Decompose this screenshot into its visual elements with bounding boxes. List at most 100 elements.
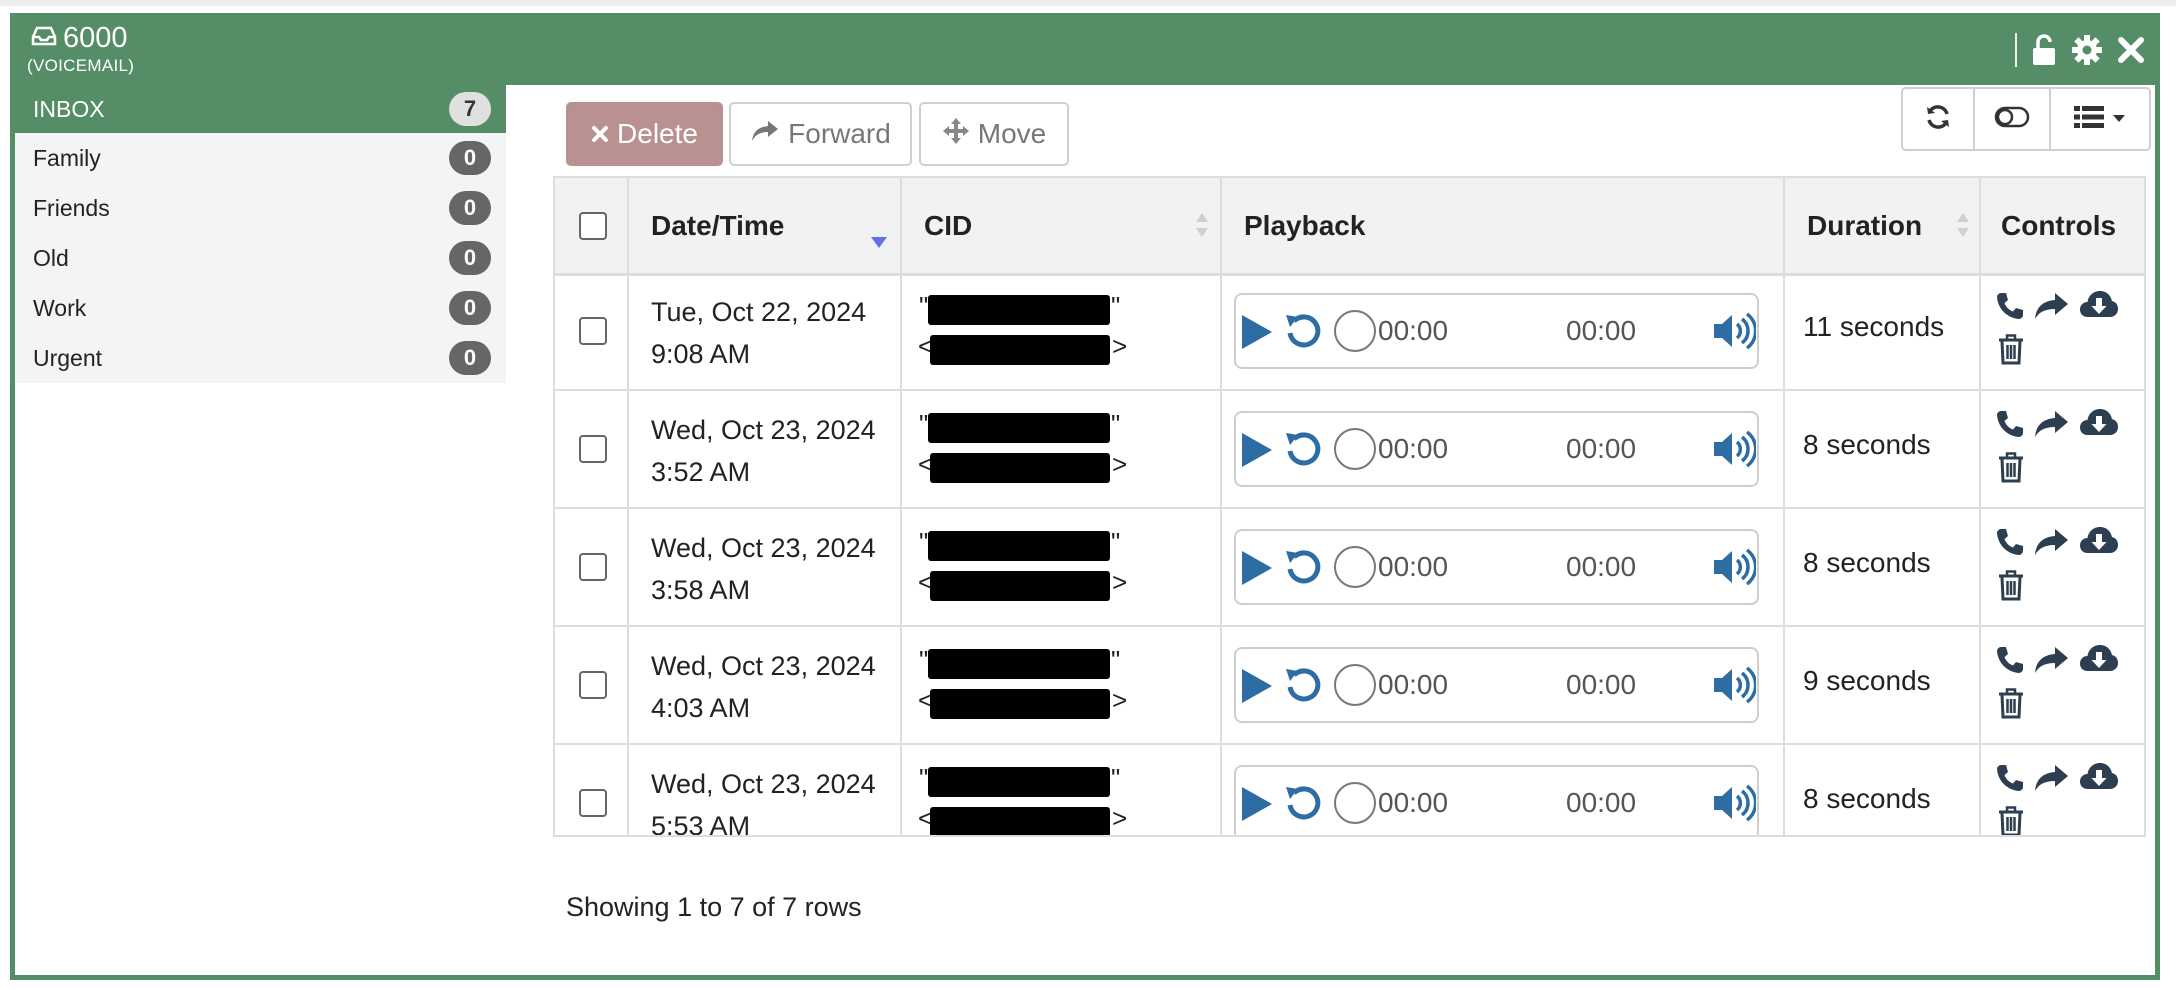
select-all-cell <box>555 178 629 273</box>
replay-icon[interactable] <box>1284 311 1324 356</box>
close-icon <box>591 118 609 150</box>
replay-icon[interactable] <box>1284 783 1324 828</box>
table-row[interactable]: Tue, Oct 22, 2024 9:08 AM " " < > 00:00 … <box>555 273 2144 391</box>
move-label: Move <box>977 118 1047 149</box>
move-button[interactable]: Move <box>919 102 1069 166</box>
phone-icon[interactable] <box>1995 409 2025 444</box>
play-icon[interactable] <box>1240 549 1274 592</box>
table-row[interactable]: Wed, Oct 23, 2024 3:52 AM " " < > 00:00 … <box>555 391 2144 509</box>
window-title: 6000 <box>31 22 128 55</box>
seek-slider-knob[interactable] <box>1333 781 1377 830</box>
duration-text: 9 seconds <box>1803 665 1931 696</box>
folder-urgent[interactable]: Urgent 0 <box>15 333 506 383</box>
replay-icon[interactable] <box>1284 429 1324 474</box>
message-date: Wed, Oct 23, 2024 <box>651 533 876 563</box>
delete-button[interactable]: Delete <box>566 102 723 166</box>
col-playback: Playback <box>1222 178 1785 273</box>
row-checkbox[interactable] <box>579 553 607 581</box>
cloud-download-icon[interactable] <box>2079 289 2119 326</box>
share-icon[interactable] <box>2033 527 2069 562</box>
datetime-text: Wed, Oct 23, 2024 3:58 AM <box>651 527 876 611</box>
col-cid[interactable]: CID <box>902 178 1222 273</box>
replay-icon[interactable] <box>1284 547 1324 592</box>
trash-icon[interactable] <box>1997 687 2025 724</box>
phone-icon[interactable] <box>1995 527 2025 562</box>
message-date: Wed, Oct 23, 2024 <box>651 651 876 681</box>
audio-player: 00:00 00:00 <box>1234 765 1759 835</box>
cid-bracket-close: > <box>1112 685 1128 715</box>
seek-slider-knob[interactable] <box>1333 663 1377 712</box>
phone-icon[interactable] <box>1995 763 2025 798</box>
folder-friends[interactable]: Friends 0 <box>15 183 506 233</box>
play-icon[interactable] <box>1240 667 1274 710</box>
cloud-download-icon[interactable] <box>2079 761 2119 798</box>
cloud-download-icon[interactable] <box>2079 407 2119 444</box>
volume-icon[interactable] <box>1712 429 1758 474</box>
share-icon[interactable] <box>2033 645 2069 680</box>
row-checkbox[interactable] <box>579 435 607 463</box>
forward-button[interactable]: Forward <box>729 102 912 166</box>
columns-dropdown-button[interactable] <box>2051 89 2149 149</box>
share-icon[interactable] <box>2033 291 2069 326</box>
message-date: Wed, Oct 23, 2024 <box>651 415 876 445</box>
duration-text: 8 seconds <box>1803 547 1931 578</box>
cid-bracket-close: > <box>1112 803 1128 833</box>
message-date: Tue, Oct 22, 2024 <box>651 297 867 327</box>
message-time: 3:52 AM <box>651 457 751 487</box>
table-row[interactable]: Wed, Oct 23, 2024 4:03 AM " " < > 00:00 … <box>555 627 2144 745</box>
controls-cell <box>1981 509 2144 625</box>
volume-icon[interactable] <box>1712 547 1758 592</box>
refresh-button[interactable] <box>1903 89 1975 149</box>
folder-count-badge: 0 <box>449 141 491 175</box>
trash-icon[interactable] <box>1997 451 2025 488</box>
folder-family[interactable]: Family 0 <box>15 133 506 183</box>
gear-icon[interactable] <box>2071 34 2103 66</box>
select-all-checkbox[interactable] <box>579 212 607 240</box>
duration-text: 11 seconds <box>1803 311 1945 342</box>
phone-icon[interactable] <box>1995 291 2025 326</box>
playback-cell: 00:00 00:00 <box>1222 273 1785 389</box>
columns-icon <box>2074 105 2104 134</box>
trash-icon[interactable] <box>1997 569 2025 606</box>
toggle-view-button[interactable] <box>1975 89 2051 149</box>
seek-slider-knob[interactable] <box>1333 545 1377 594</box>
volume-icon[interactable] <box>1712 311 1758 356</box>
volume-icon[interactable] <box>1712 665 1758 710</box>
col-controls: Controls <box>1981 178 2144 273</box>
trash-icon[interactable] <box>1997 805 2025 835</box>
trash-icon[interactable] <box>1997 333 2025 370</box>
playback-cell: 00:00 00:00 <box>1222 627 1785 743</box>
play-icon[interactable] <box>1240 431 1274 474</box>
table-row[interactable]: Wed, Oct 23, 2024 5:53 AM " " < > 00:00 … <box>555 745 2144 835</box>
share-icon[interactable] <box>2033 763 2069 798</box>
title-bar: 6000 (VOICEMAIL) <box>15 18 2155 85</box>
volume-icon[interactable] <box>1712 783 1758 828</box>
unlock-icon[interactable] <box>2031 34 2057 66</box>
folder-inbox[interactable]: INBOX 7 <box>15 85 506 133</box>
folder-work[interactable]: Work 0 <box>15 283 506 333</box>
datetime-cell: Wed, Oct 23, 2024 5:53 AM <box>629 745 902 835</box>
replay-icon[interactable] <box>1284 665 1324 710</box>
datetime-text: Tue, Oct 22, 2024 9:08 AM <box>651 291 866 375</box>
seek-slider-knob[interactable] <box>1333 427 1377 476</box>
row-checkbox[interactable] <box>579 317 607 345</box>
seek-slider-knob[interactable] <box>1333 309 1377 358</box>
cloud-download-icon[interactable] <box>2079 643 2119 680</box>
col-duration[interactable]: Duration <box>1785 178 1981 273</box>
table-row[interactable]: Wed, Oct 23, 2024 3:58 AM " " < > 00:00 … <box>555 509 2144 627</box>
close-icon[interactable] <box>2117 36 2145 64</box>
refresh-icon <box>1924 103 1952 136</box>
cid-quote-open: " <box>919 291 929 321</box>
row-select-cell <box>555 745 629 835</box>
col-datetime[interactable]: Date/Time <box>629 178 902 273</box>
share-icon[interactable] <box>2033 409 2069 444</box>
play-icon[interactable] <box>1240 313 1274 356</box>
play-icon[interactable] <box>1240 785 1274 828</box>
row-checkbox[interactable] <box>579 671 607 699</box>
folder-old[interactable]: Old 0 <box>15 233 506 283</box>
row-checkbox[interactable] <box>579 789 607 817</box>
total-time: 00:00 <box>1566 433 1637 464</box>
phone-icon[interactable] <box>1995 645 2025 680</box>
folder-count-badge: 0 <box>449 191 491 225</box>
cloud-download-icon[interactable] <box>2079 525 2119 562</box>
